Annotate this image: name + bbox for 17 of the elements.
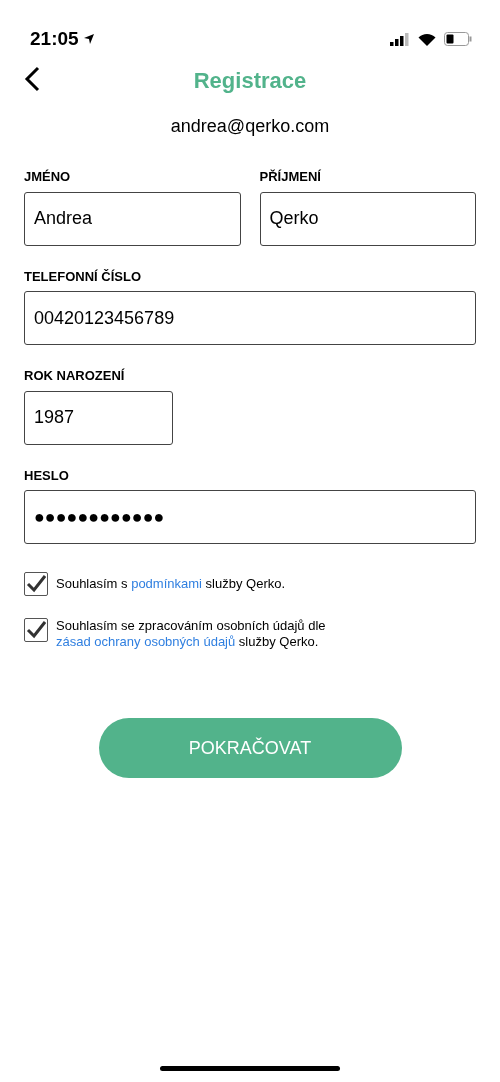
terms-link[interactable]: podmínkami [131,576,202,591]
field-label: JMÉNO [24,168,71,186]
input-field[interactable]: Andrea [24,191,241,246]
email-text: andrea@qerko.com [170,115,330,138]
input-field[interactable]: Qerko [259,191,476,246]
field-label: PŘÍJMENÍ [259,168,321,186]
terms-link[interactable]: zásad ochrany osobných údajů [56,634,236,649]
field-label: HESLO [24,466,69,485]
field-label: TELEFONNÍ ČÍSLO [24,267,141,286]
input-field[interactable]: 1987 [24,390,173,445]
consent-text: Souhlasím se zpracováním osobních údajů dle zásad ochrany osobných údajů služby Qerko. [56,618,327,650]
field-label: ROK NAROZENÍ [24,367,125,385]
input-field[interactable]: 00420123456789 [24,291,476,345]
input-field[interactable]: ●●●●●●●●●●●● [24,490,476,544]
status-time: 21:05 [30,26,79,51]
consent-text: Souhlasím s podmínkami služby Qerko. [56,576,286,592]
page-title: Registrace [193,66,307,95]
